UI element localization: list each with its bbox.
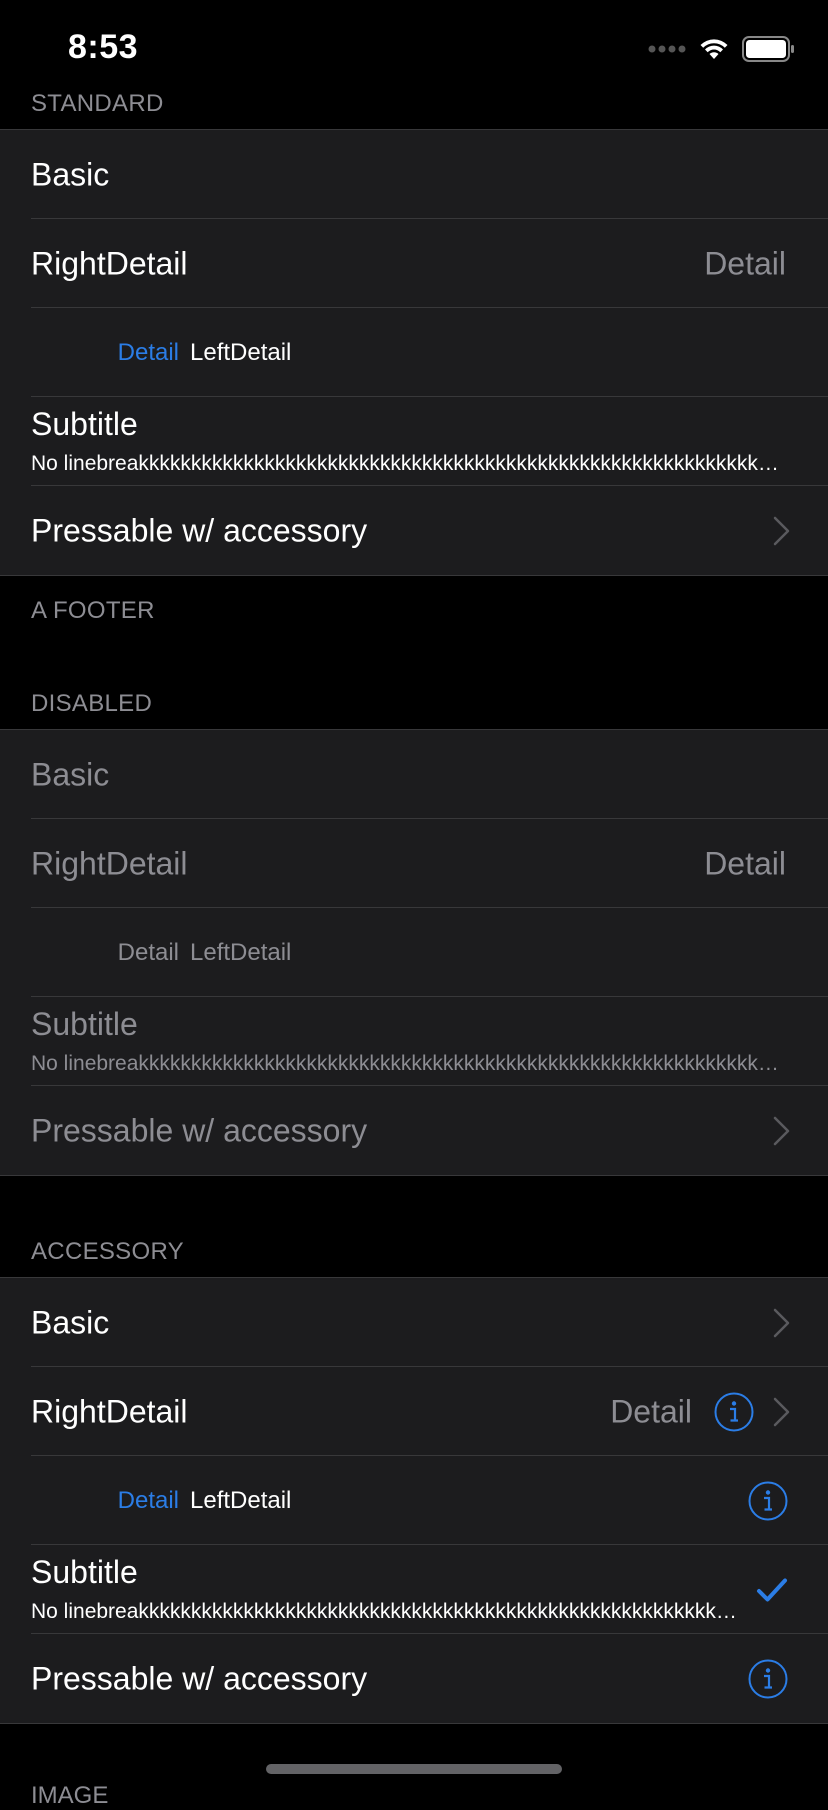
standard-row-pressable[interactable]: Pressable w/ accessory <box>0 485 828 575</box>
info-icon[interactable] <box>748 1481 788 1521</box>
disabled-row-pressable: Pressable w/ accessory <box>0 1085 828 1175</box>
row-title: RightDetail <box>31 845 188 881</box>
section-footer-standard: A FOOTER <box>31 597 155 624</box>
detail-value: Detail <box>704 245 786 281</box>
detail-value: LeftDetail <box>190 938 292 966</box>
chevron-right-icon <box>773 1308 790 1337</box>
status-bar: 8:53 <box>0 0 828 96</box>
accessory-row-basic[interactable]: Basic <box>0 1278 828 1367</box>
row-title: Basic <box>31 1304 110 1340</box>
battery-icon <box>742 36 794 62</box>
info-icon[interactable] <box>748 1659 788 1699</box>
row-title: Pressable w/ accessory <box>31 512 368 548</box>
standard-row-right-detail[interactable]: RightDetail Detail <box>0 218 828 308</box>
accessory-row-subtitle[interactable]: Subtitle No linebreakkkkkkkkkkkkkkkkkkkk… <box>0 1544 828 1634</box>
row-title: Basic <box>31 156 110 192</box>
detail-label: Detail <box>117 338 179 366</box>
detail-label: Detail <box>117 1486 179 1514</box>
subtitle-text: No linebreakkkkkkkkkkkkkkkkkkkkkkkkkkkkk… <box>31 452 781 475</box>
detail-value: Detail <box>704 845 786 881</box>
subtitle-text: No linebreakkkkkkkkkkkkkkkkkkkkkkkkkkkkk… <box>31 1600 744 1623</box>
detail-value: Detail <box>610 1393 692 1429</box>
disabled-row-right-detail: RightDetail Detail <box>0 818 828 908</box>
chevron-right-icon <box>773 516 790 545</box>
detail-label: Detail <box>117 938 179 966</box>
section-header-standard: STANDARD <box>31 90 164 117</box>
row-title: Basic <box>31 756 110 792</box>
row-title: RightDetail <box>31 1393 188 1429</box>
subtitle-title: Subtitle <box>31 1554 138 1590</box>
chevron-right-icon <box>773 1116 790 1145</box>
section-header-accessory: ACCESSORY <box>31 1238 184 1265</box>
accessory-row-right-detail[interactable]: RightDetail Detail <box>0 1366 828 1456</box>
signal-icon <box>648 45 686 53</box>
standard-row-left-detail[interactable]: Detail LeftDetail <box>0 307 828 397</box>
disabled-row-left-detail: Detail LeftDetail <box>0 907 828 997</box>
accessory-row-pressable[interactable]: Pressable w/ accessory <box>0 1633 828 1723</box>
subtitle-title: Subtitle <box>31 1006 138 1042</box>
wifi-icon <box>700 39 728 59</box>
accessory-group: Basic RightDetail Detail Detail LeftDeta… <box>0 1277 828 1724</box>
status-time: 8:53 <box>68 28 139 66</box>
status-icons <box>648 36 796 62</box>
disabled-row-basic: Basic <box>0 730 828 819</box>
section-header-disabled: DISABLED <box>31 690 153 717</box>
checkmark-icon <box>757 1578 787 1601</box>
standard-row-basic[interactable]: Basic <box>0 130 828 219</box>
section-header-image: IMAGE <box>31 1782 109 1809</box>
detail-value: LeftDetail <box>190 338 292 366</box>
info-icon[interactable] <box>714 1392 754 1432</box>
detail-value: LeftDetail <box>190 1486 292 1514</box>
home-indicator[interactable] <box>266 1764 562 1774</box>
disabled-group: Basic RightDetail Detail Detail LeftDeta… <box>0 729 828 1176</box>
standard-row-subtitle[interactable]: Subtitle No linebreakkkkkkkkkkkkkkkkkkkk… <box>0 396 828 486</box>
disabled-row-subtitle: Subtitle No linebreakkkkkkkkkkkkkkkkkkkk… <box>0 996 828 1086</box>
subtitle-title: Subtitle <box>31 406 138 442</box>
accessory-row-left-detail[interactable]: Detail LeftDetail <box>0 1455 828 1545</box>
row-title: RightDetail <box>31 245 188 281</box>
chevron-right-icon <box>773 1397 790 1426</box>
row-title: Pressable w/ accessory <box>31 1660 368 1696</box>
row-title: Pressable w/ accessory <box>31 1112 368 1148</box>
standard-group: Basic RightDetail Detail Detail LeftDeta… <box>0 129 828 576</box>
subtitle-text: No linebreakkkkkkkkkkkkkkkkkkkkkkkkkkkkk… <box>31 1052 781 1075</box>
